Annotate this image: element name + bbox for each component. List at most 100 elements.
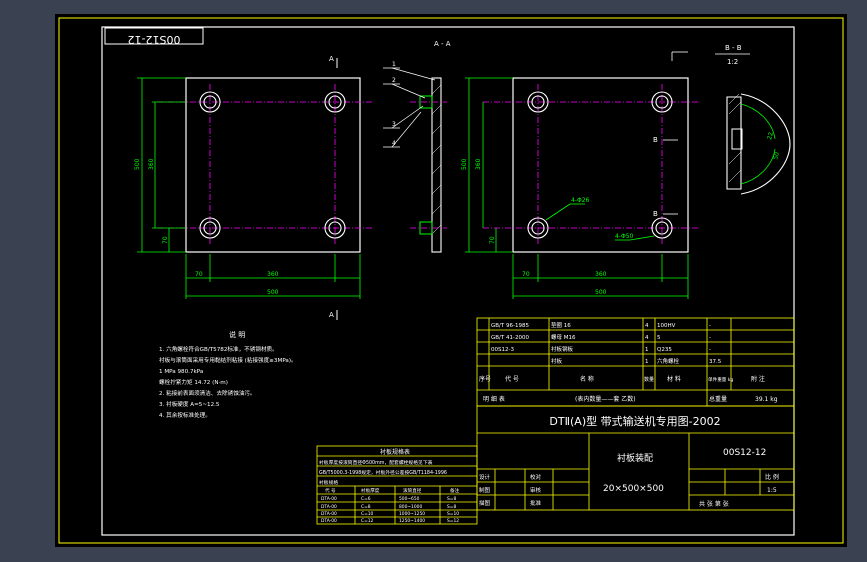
svg-text:代 号: 代 号 (505, 375, 519, 383)
note-line-4: 螺栓拧紧力矩 14.72 (N·m) (159, 378, 228, 386)
svg-text:5: 5 (657, 335, 661, 341)
svg-text:39.1 kg: 39.1 kg (755, 396, 778, 403)
right-marker-b-bottom: B (653, 210, 658, 218)
technical-notes: 说 明 1. 六角螺栓符合GB/T5782标准，不锈钢材质。 衬板与滚筒面采用专… (159, 330, 297, 419)
svg-text:数量: 数量 (644, 376, 654, 383)
note-line-1: 1. 六角螺栓符合GB/T5782标准，不锈钢材质。 (159, 345, 278, 353)
svg-text:S=12: S=12 (447, 518, 459, 524)
svg-text:S=8: S=8 (447, 496, 456, 502)
svg-text:衬板厚度按滚筒直径Φ500mm，配套螺栓规格见下表: 衬板厚度按滚筒直径Φ500mm，配套螺栓规格见下表 (319, 459, 433, 466)
front-marker-a-bottom: A (329, 311, 334, 319)
svg-text:GB/T 41-2000: GB/T 41-2000 (491, 335, 529, 341)
note-line-6: 3. 衬板硬度 A=5~12.5 (159, 400, 220, 408)
front-dim-width-inner: 360 (267, 271, 279, 278)
svg-text:1: 1 (645, 347, 649, 353)
svg-text:C=8: C=8 (361, 504, 371, 510)
svg-text:37.5: 37.5 (709, 359, 722, 365)
section-aa-label: A - A (434, 40, 451, 48)
svg-text:备注: 备注 (450, 487, 460, 494)
spec-table: 衬板规格表 衬板厚度按滚筒直径Φ500mm，配套螺栓规格见下表 GB/T5000… (316, 445, 478, 525)
side-leader-3: 3 (392, 121, 396, 128)
side-bolts (419, 95, 433, 235)
side-section-view: 1 2 3 4 (383, 61, 447, 253)
svg-text:GB/T5000.3-1998规定，衬板外径公差按GB/T1: GB/T5000.3-1998规定，衬板外径公差按GB/T1184-1996 (319, 469, 447, 476)
front-marker-a-top: A (329, 55, 334, 63)
svg-text:C=6: C=6 (361, 496, 371, 502)
detail-plate (726, 96, 742, 190)
detail-arc (740, 93, 791, 195)
detail-bb-view: B - B 1:2 22 50 (715, 44, 791, 195)
svg-text:制图: 制图 (479, 486, 491, 494)
svg-text:C=10: C=10 (361, 511, 374, 517)
svg-text:总重量: 总重量 (709, 395, 727, 403)
right-dim-width-inner: 360 (595, 271, 607, 278)
right-cut-marks (663, 51, 688, 215)
right-dim-edge-h: 70 (522, 271, 530, 278)
svg-text:衬板规格: 衬板规格 (319, 479, 338, 486)
drawing-code: 00S12-12 (723, 448, 766, 458)
svg-text:4: 4 (645, 323, 649, 329)
svg-text:设计: 设计 (479, 473, 491, 481)
detail-dims (740, 103, 776, 185)
front-dim-edge-v: 70 (162, 236, 169, 244)
right-dimensions (465, 77, 689, 299)
svg-text:4: 4 (645, 335, 649, 341)
svg-text:描图: 描图 (479, 499, 491, 507)
section-bb-label: B - B (725, 44, 742, 52)
series-title: DTⅡ(A)型 带式输送机专用图-2002 (549, 414, 720, 428)
sheet-outer-border (58, 17, 844, 544)
spec-table-title: 衬板规格表 (380, 448, 410, 456)
svg-text:螺母 M16: 螺母 M16 (551, 333, 576, 341)
svg-text:-: - (709, 323, 711, 329)
svg-text:00S12-3: 00S12-3 (491, 347, 514, 353)
drawing-canvas[interactable]: 00S12-12 A - A A A 500 360 70 70 360 500… (55, 14, 847, 547)
note-line-3: 1 MPa 980.7kPa (159, 369, 203, 375)
svg-text:衬板厚度: 衬板厚度 (361, 487, 380, 494)
note-line-5: 2. 粘接前表面须清洁、去除锈蚀油污。 (159, 389, 256, 397)
right-hole-note-2: 4-Φ50 (615, 233, 634, 240)
right-dim-edge-v: 70 (489, 236, 496, 244)
svg-text:800~1000: 800~1000 (399, 504, 422, 510)
svg-text:审核: 审核 (530, 486, 542, 494)
right-dim-height-total: 500 (461, 158, 468, 170)
svg-text:(表内数量——套 乙数): (表内数量——套 乙数) (575, 395, 636, 403)
svg-text:批准: 批准 (530, 499, 542, 507)
cad-sheet: 00S12-12 A - A A A 500 360 70 70 360 500… (58, 17, 844, 544)
right-dim-width-total: 500 (595, 289, 607, 296)
front-holes (199, 91, 346, 239)
svg-text:100HV: 100HV (657, 323, 676, 329)
right-dim-height-inner: 360 (475, 158, 482, 170)
stamp-mirrored-text: 00S12-12 (128, 33, 181, 46)
svg-text:1000~1250: 1000~1250 (399, 511, 425, 517)
notes-title: 说 明 (229, 330, 245, 339)
drawing-name: 衬板装配 (617, 452, 653, 464)
drawing-spec: 20×500×500 (603, 484, 664, 494)
svg-text:材 料: 材 料 (667, 375, 681, 383)
svg-text:附 注: 附 注 (751, 375, 765, 383)
svg-text:S=10: S=10 (447, 511, 459, 517)
scale-label: 比 例 (765, 473, 779, 481)
svg-text:序号: 序号 (479, 375, 491, 383)
side-leader-1: 1 (392, 61, 396, 68)
right-view: B B 500 360 70 70 360 500 4-Φ26 4-Φ50 (461, 51, 700, 299)
right-marker-b-top: B (653, 136, 658, 144)
detail-dim-2: 50 (772, 151, 781, 160)
right-holes (527, 91, 673, 239)
parts-table: GB/T 96-1985 垫圈 16 4 100HV - GB/T 41-200… (476, 317, 795, 407)
svg-text:代 号: 代 号 (325, 487, 336, 494)
svg-text:明 细 表: 明 细 表 (483, 395, 505, 403)
svg-text:-: - (709, 335, 711, 341)
side-leader-4: 4 (392, 140, 396, 147)
sheet-label: 共 张 第 张 (699, 500, 729, 508)
stamp-code: 00S12-12 (128, 33, 181, 46)
svg-text:DTA-00: DTA-00 (321, 504, 337, 510)
front-dim-height-total: 500 (134, 158, 141, 170)
scale-value: 1:5 (767, 487, 777, 494)
note-line-7: 4. 其余按标准处理。 (159, 411, 211, 419)
svg-text:DTA-00: DTA-00 (321, 511, 337, 517)
front-dim-width-total: 500 (267, 289, 279, 296)
side-plate-outline (431, 77, 442, 253)
sheet-inner-border (101, 26, 795, 536)
front-dimensions (137, 77, 361, 299)
svg-text:S=8: S=8 (447, 504, 456, 510)
